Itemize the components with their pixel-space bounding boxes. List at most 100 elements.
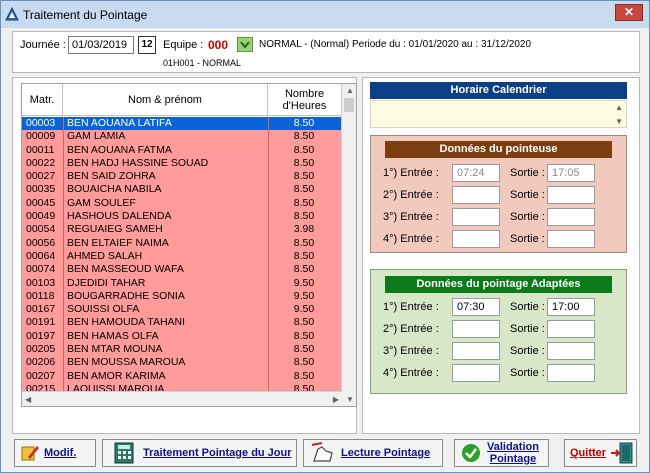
cell-hours: 8.50 bbox=[293, 117, 315, 129]
cell-matr: 00191 bbox=[26, 316, 56, 329]
horaire-scroll-down-icon[interactable]: ▼ bbox=[615, 117, 623, 126]
validation-button[interactable]: Validation Pointage bbox=[454, 439, 549, 467]
validation-label-line1: Validation bbox=[487, 441, 539, 453]
traitement-button[interactable]: Traitement Pointage du Jour bbox=[102, 439, 297, 467]
validation-label-line2: Pointage bbox=[489, 453, 537, 465]
table-row[interactable]: 00022 BEN HADJ HASSINE SOUAD 8.50 bbox=[22, 156, 342, 171]
equipe-select-icon[interactable] bbox=[237, 37, 253, 52]
entree-label: 4°) Entrée : bbox=[383, 367, 439, 379]
table-row[interactable]: 00009 GAM LAMIA 8.50 bbox=[22, 130, 342, 144]
entree-label: 1°) Entrée : bbox=[383, 167, 439, 179]
close-button[interactable]: ✕ bbox=[615, 4, 643, 21]
sortie-field[interactable] bbox=[547, 230, 595, 248]
table-row[interactable]: 00103 DJEDIDI TAHAR 9.50 bbox=[22, 276, 342, 290]
entree-field[interactable]: 07:24 bbox=[452, 164, 500, 182]
table-row[interactable]: 00035 BOUAICHA NABILA 8.50 bbox=[22, 183, 342, 197]
entree-field[interactable] bbox=[452, 186, 500, 204]
traitement-label: Traitement Pointage du Jour bbox=[143, 447, 292, 459]
cell-name: BEN MASSEOUD WAFA bbox=[67, 263, 184, 276]
lecture-label: Lecture Pointage bbox=[341, 447, 431, 459]
entree-field[interactable] bbox=[452, 342, 500, 360]
table-row[interactable]: 00205 BEN MTAR MOUNA 8.50 bbox=[22, 343, 342, 357]
sortie-field[interactable] bbox=[547, 364, 595, 382]
sortie-label: Sortie : bbox=[510, 211, 545, 223]
validation-label: Validation Pointage bbox=[487, 441, 539, 465]
col-header-hours[interactable]: Nombre d'Heures bbox=[268, 84, 342, 116]
table-row[interactable]: 00027 BEN SAID ZOHRA 8.50 bbox=[22, 170, 342, 184]
entree-field[interactable] bbox=[452, 320, 500, 338]
employee-list-panel: Matr. Nom & prénom Nombre d'Heures 00003… bbox=[12, 77, 357, 434]
col-header-matr[interactable]: Matr. bbox=[22, 84, 63, 116]
sortie-field[interactable] bbox=[547, 208, 595, 226]
journee-date-input[interactable]: 01/03/2019 bbox=[68, 36, 134, 54]
quitter-button[interactable]: Quitter bbox=[564, 439, 637, 467]
hand-pointer-icon bbox=[311, 442, 333, 462]
cell-matr: 00074 bbox=[26, 263, 56, 276]
cell-matr: 00049 bbox=[26, 210, 56, 223]
scroll-up-icon[interactable]: ▲ bbox=[346, 86, 354, 95]
sortie-label: Sortie : bbox=[510, 233, 545, 245]
sortie-field[interactable] bbox=[547, 186, 595, 204]
scroll-right-icon[interactable]: ▶ bbox=[333, 395, 339, 404]
modif-button[interactable]: Modif. bbox=[14, 439, 96, 467]
cell-name: DJEDIDI TAHAR bbox=[67, 276, 146, 289]
col-header-name[interactable]: Nom & prénom bbox=[63, 84, 268, 116]
sortie-label: Sortie : bbox=[510, 323, 545, 335]
horaire-box[interactable]: ▲ ▼ bbox=[370, 100, 627, 128]
cell-matr: 00003 bbox=[26, 117, 56, 129]
sortie-field[interactable] bbox=[547, 342, 595, 360]
cell-name: BOUAICHA NABILA bbox=[67, 183, 162, 196]
sortie-label: Sortie : bbox=[510, 167, 545, 179]
scroll-thumb[interactable] bbox=[344, 98, 354, 112]
entree-label: 4°) Entrée : bbox=[383, 233, 439, 245]
table-row[interactable]: 00045 GAM SOULEF 8.50 bbox=[22, 196, 342, 211]
table-row[interactable]: 00207 BEN AMOR KARIMA 8.50 bbox=[22, 369, 342, 383]
calendar-icon[interactable]: 12 bbox=[138, 36, 156, 54]
title-bar: Traitement du Pointage ✕ bbox=[1, 1, 649, 28]
table-row[interactable]: 00167 SOUISSI OLFA 9.50 bbox=[22, 303, 342, 317]
grid-header: Matr. Nom & prénom Nombre d'Heures bbox=[22, 84, 342, 116]
table-row[interactable]: 00118 BOUGARRADHE SONIA 9.50 bbox=[22, 289, 342, 304]
table-row[interactable]: 00054 REGUAIEG SAMEH 3.98 bbox=[22, 223, 342, 237]
vertical-scrollbar[interactable]: ▲ ▼ bbox=[341, 84, 356, 406]
entree-field[interactable] bbox=[452, 364, 500, 382]
cell-matr: 00056 bbox=[26, 236, 56, 249]
cell-name: BEN AMOR KARIMA bbox=[67, 369, 166, 382]
cell-hours: 8.50 bbox=[293, 343, 315, 356]
horizontal-scrollbar[interactable]: ◀ ▶ bbox=[22, 391, 342, 406]
cell-matr: 00022 bbox=[26, 156, 56, 169]
check-icon bbox=[462, 444, 480, 462]
table-row[interactable]: 00191 BEN HAMOUDA TAHANI 8.50 bbox=[22, 316, 342, 330]
table-row[interactable]: 00003 BEN AOUANA LATIFA 8.50 bbox=[22, 117, 342, 131]
table-row[interactable]: 00049 HASHOUS DALENDA 8.50 bbox=[22, 210, 342, 224]
cell-hours: 8.50 bbox=[293, 210, 315, 223]
cell-matr: 00011 bbox=[26, 143, 55, 156]
table-row[interactable]: 00064 AHMED SALAH 8.50 bbox=[22, 249, 342, 264]
sortie-field[interactable]: 17:05 bbox=[547, 164, 595, 182]
sortie-field[interactable]: 17:00 bbox=[547, 298, 595, 316]
table-row[interactable]: 00011 BEN AOUANA FATMA 8.50 bbox=[22, 143, 342, 157]
table-row[interactable]: 00056 BEN ELTAIEF NAIMA 8.50 bbox=[22, 236, 342, 250]
equipe-value: 000 bbox=[208, 38, 229, 52]
cell-matr: 00205 bbox=[26, 343, 56, 356]
table-row[interactable]: 00206 BEN MOUSSA MAROUA 8.50 bbox=[22, 356, 342, 370]
entree-field[interactable] bbox=[452, 208, 500, 226]
lecture-button[interactable]: Lecture Pointage bbox=[303, 439, 443, 467]
sortie-label: Sortie : bbox=[510, 189, 545, 201]
main-window: Traitement du Pointage ✕ Journée : 01/03… bbox=[0, 0, 650, 473]
horaire-scroll-up-icon[interactable]: ▲ bbox=[615, 103, 623, 112]
scroll-down-icon[interactable]: ▼ bbox=[346, 395, 354, 404]
table-row[interactable]: 00074 BEN MASSEOUD WAFA 8.50 bbox=[22, 263, 342, 277]
sortie-field[interactable] bbox=[547, 320, 595, 338]
entree-label: 2°) Entrée : bbox=[383, 323, 439, 335]
cell-hours: 8.50 bbox=[293, 249, 315, 262]
scroll-left-icon[interactable]: ◀ bbox=[25, 395, 31, 404]
table-row[interactable]: 00197 BEN HAMAS OLFA 8.50 bbox=[22, 329, 342, 344]
arrow-down-icon bbox=[240, 41, 250, 49]
cell-matr: 00206 bbox=[26, 356, 56, 369]
sortie-label: Sortie : bbox=[510, 367, 545, 379]
entree-field[interactable] bbox=[452, 230, 500, 248]
window-title: Traitement du Pointage bbox=[23, 8, 148, 22]
entree-field[interactable]: 07:30 bbox=[452, 298, 500, 316]
cell-name: GAM LAMIA bbox=[67, 130, 126, 143]
